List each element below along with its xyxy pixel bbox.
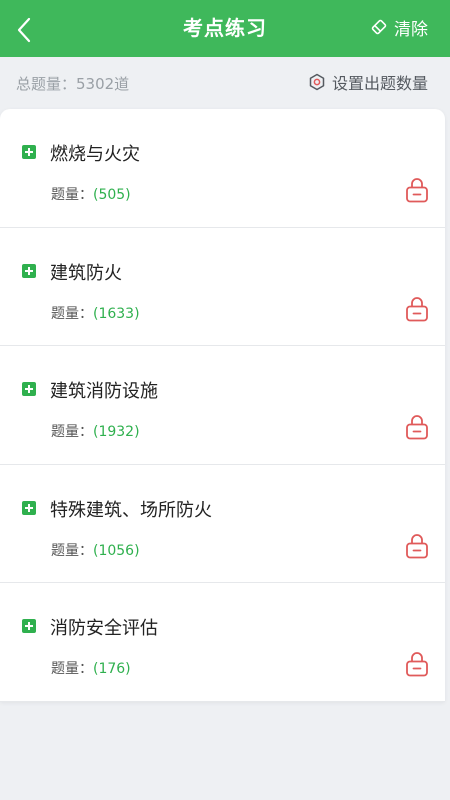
question-count-label: 题量： bbox=[51, 661, 93, 677]
question-count: 题量：(505) bbox=[51, 184, 131, 204]
plus-square-icon[interactable] bbox=[22, 145, 36, 159]
question-count-value: (1633) bbox=[93, 305, 140, 322]
question-count-value: (505) bbox=[93, 187, 131, 203]
clear-label: 清除 bbox=[394, 19, 428, 40]
list-item[interactable]: 燃烧与火灾 题量：(505) bbox=[0, 109, 445, 228]
plus-square-icon[interactable] bbox=[22, 263, 36, 278]
question-count-value: (1056) bbox=[93, 542, 140, 559]
summary-bar: 总题量：5302道 设置出题数量 bbox=[0, 57, 450, 109]
topic-title: 消防安全评估 bbox=[50, 618, 158, 639]
gear-icon bbox=[309, 73, 325, 91]
plus-square-icon[interactable] bbox=[22, 382, 36, 396]
question-count-value: (1932) bbox=[93, 424, 140, 440]
topic-title: 燃烧与火灾 bbox=[50, 144, 140, 165]
list-item[interactable]: 建筑防火 题量：(1633) bbox=[0, 228, 445, 346]
list-item[interactable]: 特殊建筑、场所防火 题量：(1056) bbox=[0, 465, 445, 583]
set-question-count-button[interactable]: 设置出题数量 bbox=[308, 69, 428, 95]
question-count-label: 题量： bbox=[51, 542, 93, 559]
question-count: 题量：(176) bbox=[51, 658, 131, 678]
topic-list: 燃烧与火灾 题量：(505) 建筑防火 题量：(1633) 建筑消防设施 题量：… bbox=[0, 109, 445, 702]
eraser-icon bbox=[371, 19, 387, 35]
lock-icon[interactable] bbox=[405, 651, 429, 677]
question-count-label: 题量： bbox=[51, 424, 93, 440]
lock-icon[interactable] bbox=[405, 296, 429, 322]
topic-title: 特殊建筑、场所防火 bbox=[50, 499, 212, 521]
list-item[interactable]: 建筑消防设施 题量：(1932) bbox=[0, 346, 445, 465]
lock-icon[interactable] bbox=[405, 177, 429, 203]
question-count-label: 题量： bbox=[51, 187, 93, 203]
question-count-label: 题量： bbox=[51, 305, 93, 322]
lock-icon[interactable] bbox=[405, 414, 429, 440]
app-header: 考点练习 清除 bbox=[0, 0, 450, 57]
clear-button[interactable]: 清除 bbox=[370, 12, 428, 42]
set-question-count-label: 设置出题数量 bbox=[331, 74, 428, 93]
topic-title: 建筑消防设施 bbox=[50, 381, 158, 402]
topic-title: 建筑防火 bbox=[50, 262, 122, 284]
total-question-count: 总题量：5302道 bbox=[16, 75, 130, 93]
question-count: 题量：(1056) bbox=[51, 540, 140, 560]
plus-square-icon[interactable] bbox=[22, 619, 36, 633]
question-count: 题量：(1932) bbox=[51, 421, 140, 441]
question-count-value: (176) bbox=[93, 661, 131, 677]
lock-icon[interactable] bbox=[405, 533, 429, 559]
plus-square-icon[interactable] bbox=[22, 500, 36, 515]
list-item[interactable]: 消防安全评估 题量：(176) bbox=[0, 583, 445, 702]
question-count: 题量：(1633) bbox=[51, 303, 140, 323]
